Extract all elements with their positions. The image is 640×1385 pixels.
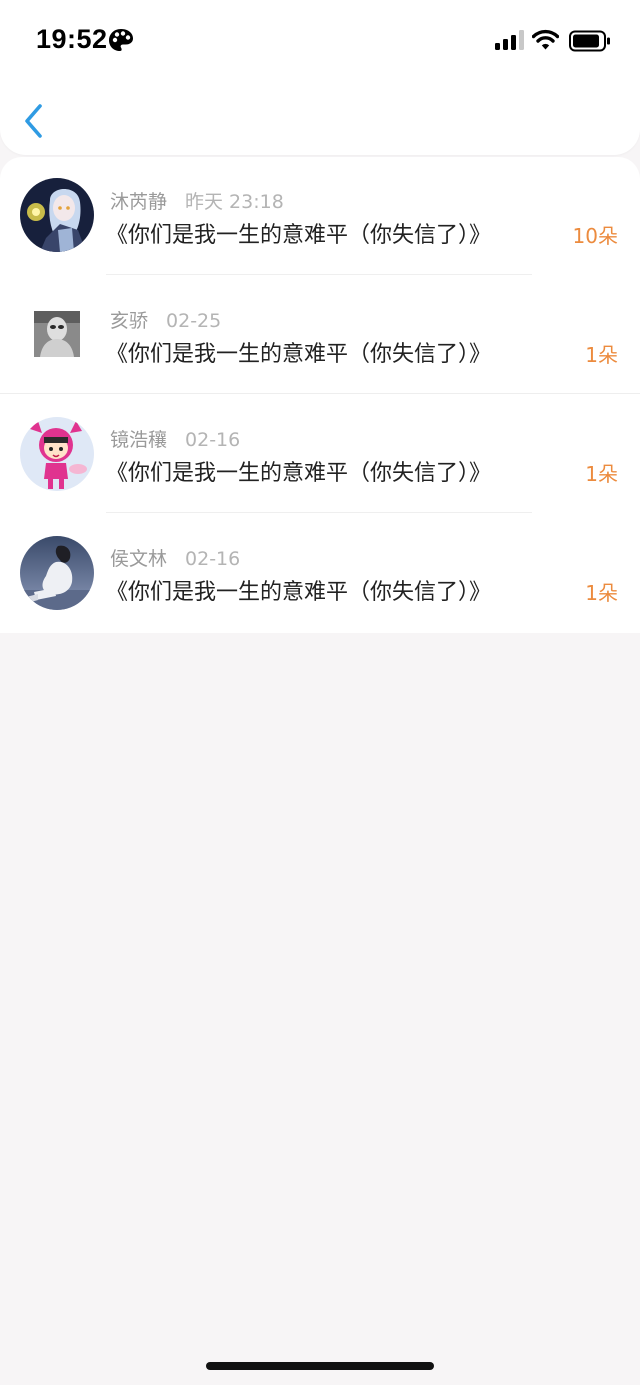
item-date: 02-16: [185, 548, 241, 570]
list-item[interactable]: 镜浩穰 02-16 《你们是我一生的意难平（你失信了）》 1朵: [0, 395, 640, 514]
avatar: [20, 536, 94, 610]
avatar: [34, 311, 80, 357]
user-name: 沐芮静: [110, 191, 168, 213]
flower-count: 10朵: [572, 224, 618, 248]
list-item[interactable]: 侯文林 02-16 《你们是我一生的意难平（你失信了）》 1朵: [0, 514, 640, 633]
item-title: 《你们是我一生的意难平（你失信了）》: [106, 461, 492, 486]
home-indicator[interactable]: [206, 1362, 434, 1370]
avatar: [20, 417, 94, 491]
user-name: 亥骄: [110, 310, 149, 332]
item-date: 02-25: [166, 310, 222, 332]
back-button[interactable]: [18, 100, 54, 142]
battery-icon: [569, 30, 610, 52]
item-title: 《你们是我一生的意难平（你失信了）》: [106, 223, 492, 248]
item-date: 02-16: [185, 429, 241, 451]
status-time: 19:52: [36, 24, 108, 54]
flower-count: 1朵: [585, 343, 618, 367]
gift-list: 沐芮静 昨天 23:18 《你们是我一生的意难平（你失信了）》 10朵 亥骄 02-…: [0, 157, 640, 633]
item-meta: 侯文林 02-16: [110, 544, 240, 571]
chevron-left-icon: [25, 104, 42, 138]
item-title: 《你们是我一生的意难平（你失信了）》: [106, 580, 492, 605]
header: 19:52: [0, 0, 640, 155]
wifi-icon: [532, 29, 559, 50]
item-meta: 镜浩穰 02-16: [110, 425, 240, 452]
screen: 19:52 沐芮静 昨天 23:18 《你们是我一生的意难平（你失信了）》 10…: [0, 0, 640, 1385]
list-item[interactable]: 沐芮静 昨天 23:18 《你们是我一生的意难平（你失信了）》 10朵: [0, 157, 640, 276]
item-meta: 沐芮静 昨天 23:18: [110, 187, 284, 214]
divider: [106, 274, 532, 275]
signal-icon: [495, 30, 524, 50]
palette-icon: [109, 29, 133, 51]
item-title: 《你们是我一生的意难平（你失信了）》: [106, 342, 492, 367]
user-name: 镜浩穰: [110, 429, 168, 451]
flower-count: 1朵: [585, 462, 618, 486]
divider: [0, 393, 640, 394]
list-item[interactable]: 亥骄 02-25 《你们是我一生的意难平（你失信了）》 1朵: [0, 276, 640, 395]
item-meta: 亥骄 02-25: [110, 306, 221, 333]
divider: [106, 512, 532, 513]
user-name: 侯文林: [110, 548, 168, 570]
item-date: 昨天 23:18: [185, 191, 284, 213]
avatar: [20, 178, 94, 252]
flower-count: 1朵: [585, 581, 618, 605]
